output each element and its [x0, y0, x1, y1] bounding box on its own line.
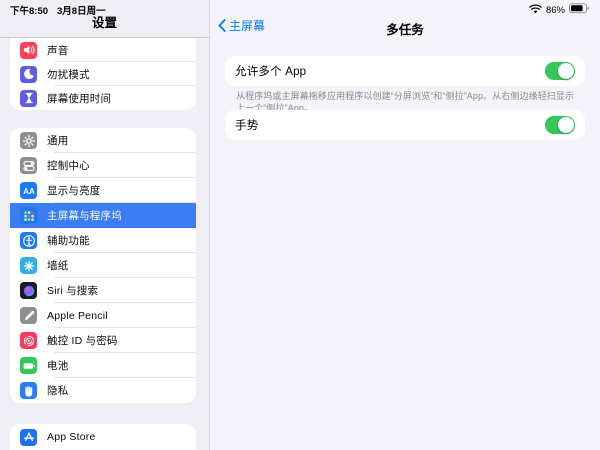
sidebar-item-label: 通用: [47, 135, 69, 147]
speaker-icon: [20, 41, 37, 59]
gear-icon: [20, 132, 37, 149]
setting-label: 手势: [235, 120, 259, 132]
sidebar-group-1: 声音 勿扰模式 屏幕使用时间: [10, 38, 196, 110]
status-date: 3月8日周一: [57, 6, 106, 17]
sidebar-item-battery[interactable]: 电池: [10, 353, 196, 378]
sidebar-item-sounds[interactable]: 声音: [10, 38, 196, 62]
sidebar-item-wallpaper[interactable]: 墙纸: [10, 253, 196, 278]
pencil-icon: [20, 307, 37, 324]
multitasking-pane: 主屏幕 多任务 允许多个 App 从程序坞或主屏幕拖移应用程序以创建“分屏浏览”…: [210, 0, 600, 450]
siri-icon: [20, 282, 37, 299]
battery-icon: [20, 357, 37, 374]
sidebar-item-label: 隐私: [47, 385, 69, 397]
sidebar-item-screen-time[interactable]: 屏幕使用时间: [10, 86, 196, 110]
settings-sidebar: 设置 声音 勿扰模式 屏幕使用时间 通用 控制中心 AA 显示与亮度 主屏幕与程…: [0, 0, 210, 450]
moon-icon: [20, 65, 37, 83]
hand-icon: [20, 382, 37, 399]
sidebar-item-label: 声音: [47, 44, 69, 57]
sidebar-item-app-store[interactable]: App Store: [10, 424, 196, 450]
setting-label: 允许多个 App: [235, 66, 307, 78]
wallpaper-icon: [20, 257, 37, 274]
page-title: 多任务: [386, 23, 424, 37]
brightness-icon: AA: [20, 182, 37, 199]
sidebar-item-display-brightness[interactable]: AA 显示与亮度: [10, 178, 196, 203]
sidebar-item-label: 控制中心: [47, 160, 90, 172]
sidebar-item-label: 主屏幕与程序坞: [47, 210, 122, 222]
sidebar-item-general[interactable]: 通用: [10, 128, 196, 153]
status-bar: 下午8:50 3月8日周一 86%: [0, 0, 600, 20]
sidebar-item-touch-id-passcode[interactable]: 触控 ID 与密码: [10, 328, 196, 353]
sidebar-item-home-screen-dock[interactable]: 主屏幕与程序坞: [10, 203, 196, 228]
app-store-icon: [20, 428, 37, 446]
sidebar-item-label: 墙纸: [47, 260, 69, 272]
setting-row-gestures: 手势: [225, 110, 585, 140]
toggle-allow-multiple-apps[interactable]: [545, 62, 575, 80]
control-center-icon: [20, 157, 37, 174]
sidebar-item-label: 显示与亮度: [47, 185, 101, 197]
home-dock-icon: [20, 207, 37, 224]
toggle-knob: [558, 117, 574, 133]
sidebar-item-label: 屏幕使用时间: [47, 92, 112, 105]
sidebar-item-label: Apple Pencil: [47, 309, 108, 322]
sidebar-group-3: App Store: [10, 424, 196, 450]
accessibility-icon: [20, 232, 37, 249]
sidebar-item-siri-search[interactable]: Siri 与搜索: [10, 278, 196, 303]
battery-icon: [569, 3, 590, 17]
sidebar-item-do-not-disturb[interactable]: 勿扰模式: [10, 62, 196, 86]
settings-app-window: 下午8:50 3月8日周一 86% 设置 声音 勿扰模式 屏幕使用时间 通用 控…: [0, 0, 600, 450]
sidebar-group-2: 通用 控制中心 AA 显示与亮度 主屏幕与程序坞 辅助功能 墙纸 Siri 与搜…: [10, 128, 196, 403]
sidebar-item-accessibility[interactable]: 辅助功能: [10, 228, 196, 253]
sidebar-item-control-center[interactable]: 控制中心: [10, 153, 196, 178]
battery-percent: 86%: [545, 4, 565, 16]
sidebar-item-label: 电池: [47, 360, 69, 372]
status-time: 下午8:50: [10, 6, 49, 17]
setting-row-allow-multiple-apps: 允许多个 App: [225, 56, 585, 86]
sidebar-item-label: App Store: [47, 431, 96, 443]
sidebar-item-label: 触控 ID 与密码: [47, 335, 118, 347]
fingerprint-icon: [20, 332, 37, 349]
toggle-gestures[interactable]: [545, 116, 575, 134]
sidebar-item-label: 辅助功能: [47, 235, 90, 247]
sidebar-item-apple-pencil[interactable]: Apple Pencil: [10, 303, 196, 328]
hourglass-icon: [20, 89, 37, 107]
svg-text:AA: AA: [23, 186, 35, 195]
toggle-knob: [558, 63, 574, 79]
sidebar-item-label: Siri 与搜索: [47, 285, 99, 297]
sidebar-item-privacy[interactable]: 隐私: [10, 378, 196, 403]
wifi-icon: [529, 4, 542, 17]
sidebar-item-label: 勿扰模式: [47, 68, 90, 81]
